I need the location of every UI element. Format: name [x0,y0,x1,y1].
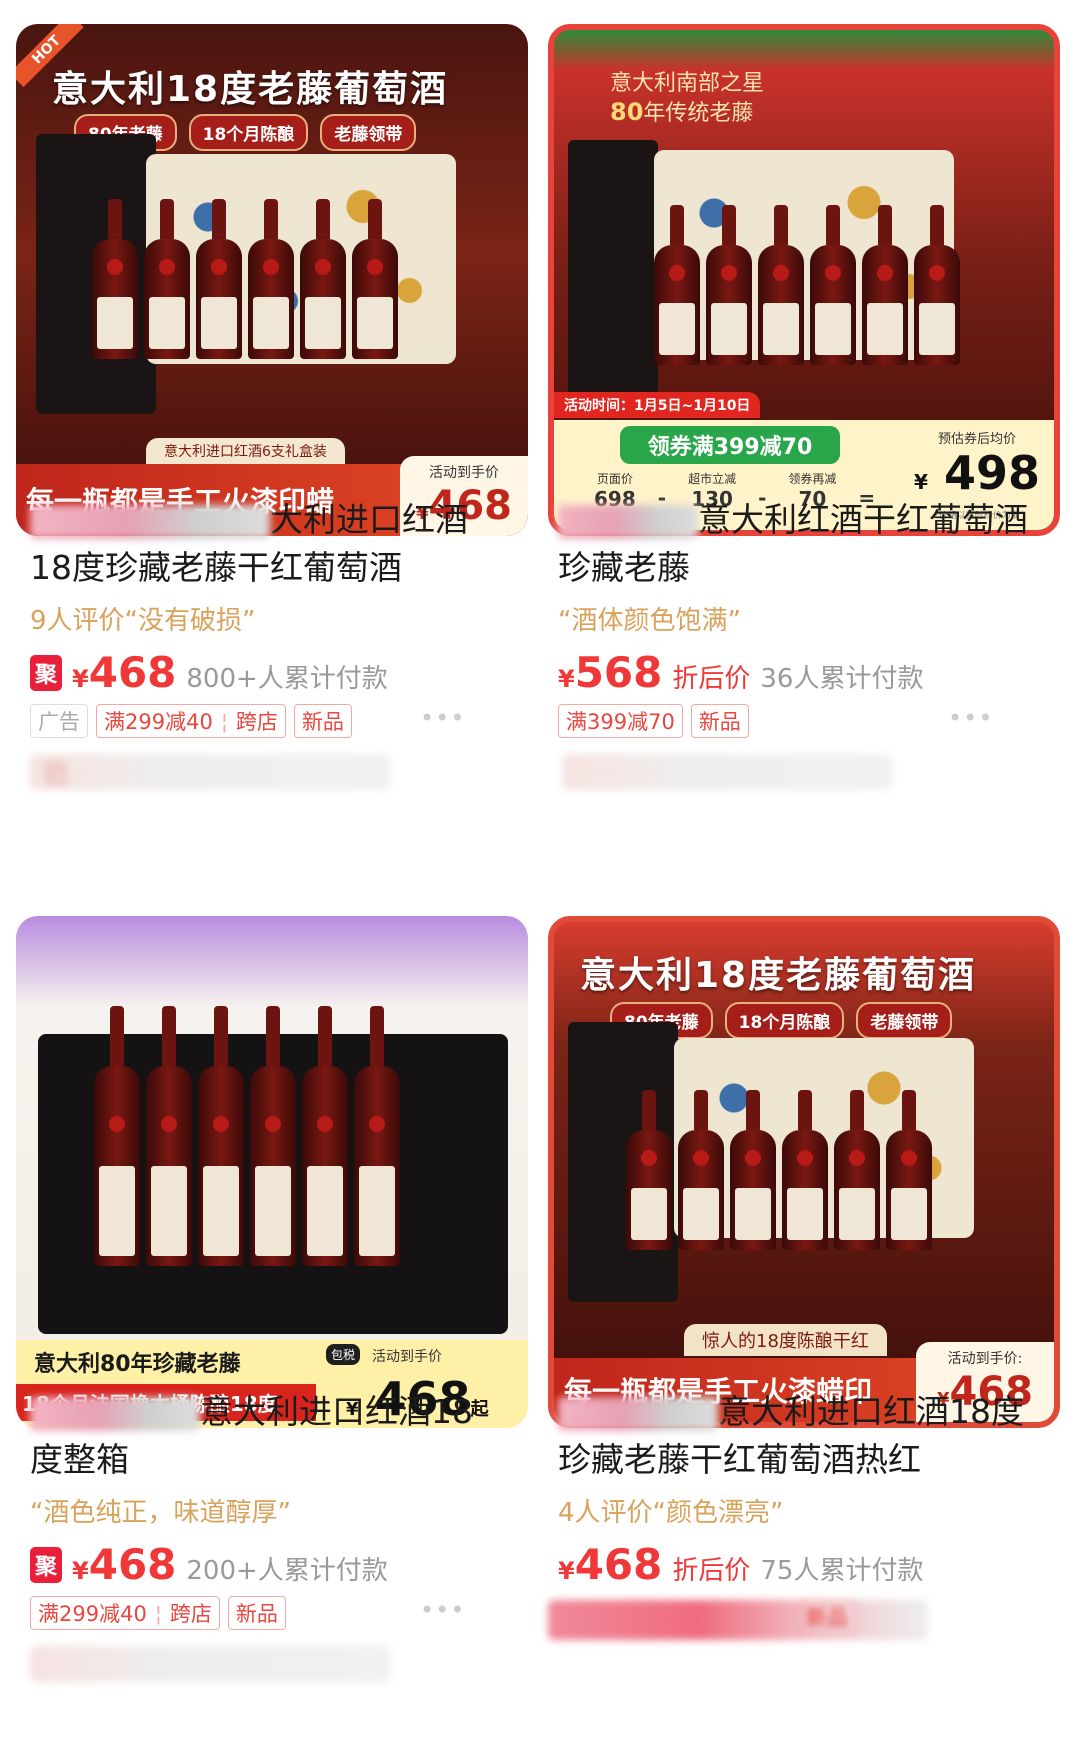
product-image-1[interactable]: HOT 意大利18度老藤葡萄酒 80年老藤 18个月陈酿 老藤领带 意大利进口红… [16,24,528,536]
blurred-shop-prefix [558,504,698,539]
blurred-shop-prefix [30,504,270,539]
paid-count: 36人累计付款 [760,664,924,694]
image-sub-banner: 意大利进口红酒6支礼盒装 [146,438,345,464]
product-title[interactable]: 意大利红酒干红葡萄酒珍藏老藤 [558,496,1028,592]
new-tag: 新品 [227,1596,286,1630]
tag-row: 满399减70 新品 [558,704,749,738]
ellipsis-icon[interactable]: ••• [420,704,465,732]
ellipsis-icon[interactable]: ••• [948,704,993,732]
review-snippet[interactable]: “酒色纯正，味道醇厚” [30,1492,291,1529]
promo-tag: 满299减40 ¦ 跨店 [30,1596,220,1630]
product-image-2[interactable]: 意大利南部之星 80年传统老藤 活动时间：1月5日~1月10日 领券满399减7… [548,24,1060,536]
activity-price-label: 活动到手价 [429,465,499,481]
tag-row: 满299减40 ¦ 跨店 新品 [30,1596,286,1630]
image-headline: 意大利18度老藤葡萄酒 [52,69,449,110]
price-row: 聚 ¥468 800+人累计付款 [30,648,388,697]
paid-count: 800+人累计付款 [186,664,388,694]
image-headline: 意大利18度老藤葡萄酒 [580,955,977,996]
price: ¥468 [72,648,177,697]
image-sub-banner: 惊人的18度陈酿干红 [684,1324,887,1356]
bottle-group [626,1090,932,1250]
ellipsis-icon[interactable]: ••• [420,1596,465,1624]
promo-tag: 满299减40 ¦ 跨店 [96,704,286,738]
ad-tag: 广告 [30,704,88,738]
promo-tag: 满399减70 [558,704,683,738]
price-row: ¥568 折后价 36人累计付款 [558,648,923,697]
activity-price-label: 活动到手价 [372,1349,442,1365]
shop-entry[interactable] [30,1646,390,1682]
new-tag: 新品 [293,704,352,738]
bottle-group [94,1006,400,1266]
price: ¥568 [558,648,663,697]
tag-row: 新品 [798,1600,856,1634]
image-pill: 老藤领带 [320,114,417,151]
blurred-shop-prefix [558,1396,718,1431]
price: ¥468 [72,1540,177,1589]
price-row: 聚 ¥468 200+人累计付款 [30,1540,388,1589]
free-tax-badge: 包税 [326,1344,361,1365]
bottle-group [654,205,960,365]
new-tag: 新品 [798,1600,856,1634]
ju-badge: 聚 [30,654,63,691]
blurred-shop-prefix [30,1396,200,1431]
review-snippet[interactable]: “酒体颜色饱满” [558,600,741,637]
paid-count: 75人累计付款 [760,1556,924,1586]
new-tag: 新品 [690,704,749,738]
product-image-3[interactable]: 意大利80年珍藏老藤 18个月法国橡木桶陈酿18度 包税 活动到手价 ¥ 468… [16,916,528,1428]
paid-count: 200+人累计付款 [186,1556,388,1586]
product-title[interactable]: 意大利进口红酒18度整箱 [30,1388,500,1484]
coupon-label: 领券满399减70 [620,426,840,464]
image-headline: 意大利南部之星 80年传统老藤 [610,71,765,126]
price-row: ¥468 折后价 75人累计付款 [558,1540,923,1589]
ju-badge: 聚 [30,1546,63,1583]
shop-entry[interactable] [562,754,892,790]
review-snippet[interactable]: 4人评价“颜色漂亮” [558,1492,783,1529]
price: ¥468 [558,1540,663,1589]
review-snippet[interactable]: 9人评价“没有破损” [30,600,255,637]
after-discount-label: 折后价 [672,1556,751,1586]
image-pill: 老藤领带 [856,1002,953,1039]
bottle-group [92,199,398,359]
gift-box [568,140,658,410]
tag-row: 广告 满299减40 ¦ 跨店 新品 [30,704,352,738]
activity-time: 活动时间：1月5日~1月10日 [554,392,761,418]
activity-price-label: 活动到手价: [947,1351,1023,1367]
product-title[interactable]: 意大利进口红酒18度珍藏老藤干红葡萄酒热红 [558,1388,1028,1484]
image-pill: 18个月陈酿 [724,1002,845,1039]
image-line1: 意大利80年珍藏老藤 [34,1352,241,1377]
shop-entry[interactable]: 已 [30,754,390,790]
after-discount-label: 折后价 [672,664,751,694]
product-title[interactable]: 大利进口红酒18度珍藏老藤干红葡萄酒 [30,496,500,592]
product-image-4[interactable]: 意大利18度老藤葡萄酒 80年老藤 18个月陈酿 老藤领带 惊人的18度陈酿干红… [548,916,1060,1428]
image-pill: 18个月陈酿 [188,114,309,151]
blurred-tag-row [548,1600,928,1640]
